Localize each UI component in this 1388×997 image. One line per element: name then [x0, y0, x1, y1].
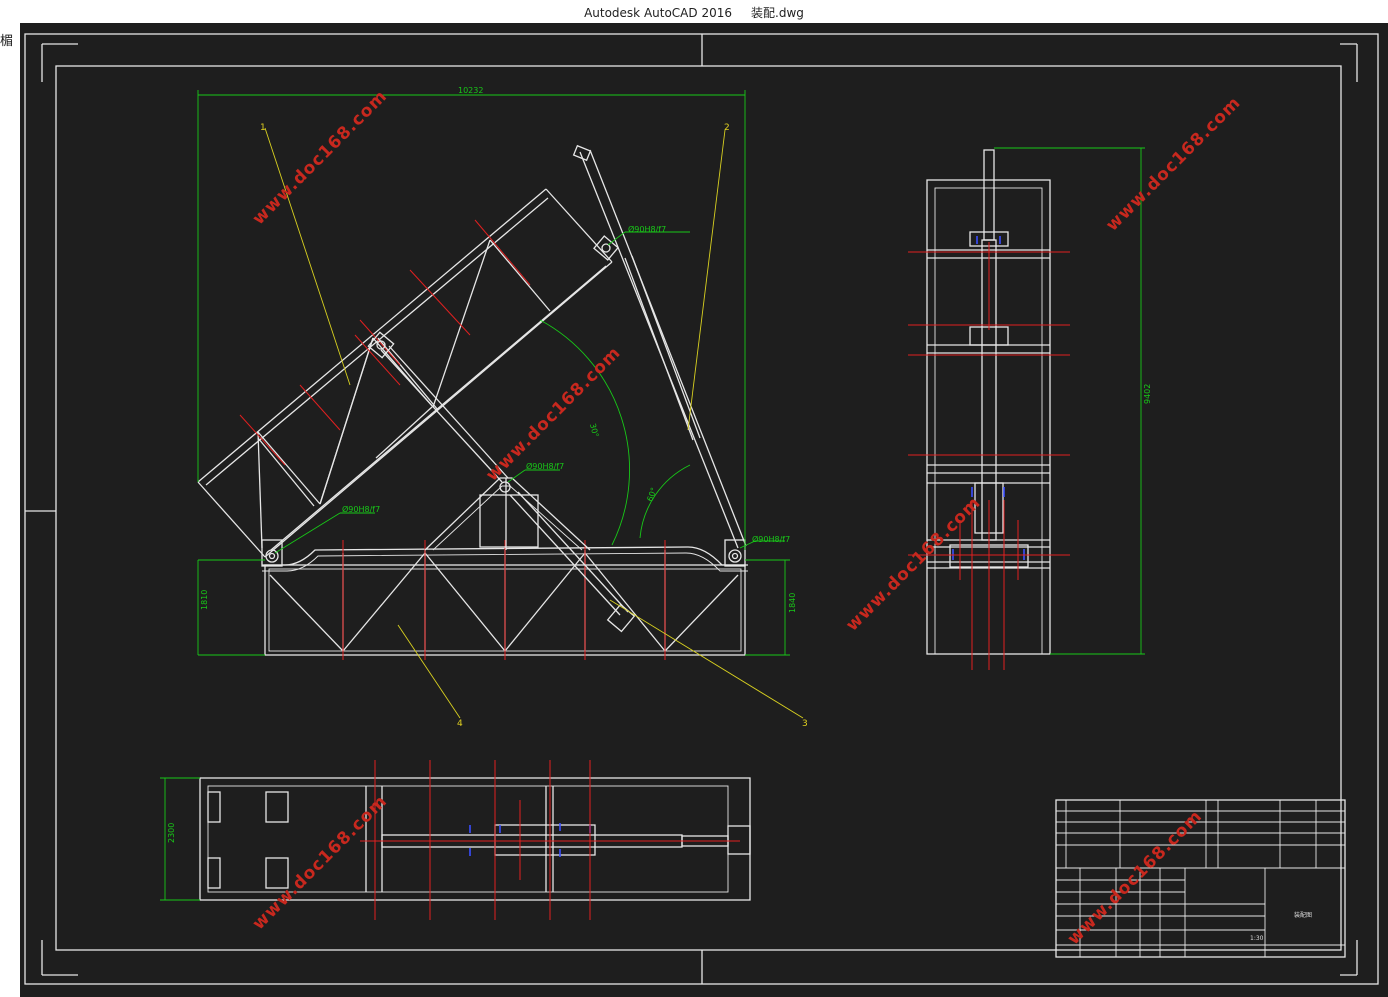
watermarks: www.doc168.com www.doc168.com www.doc168…: [249, 86, 1245, 949]
dim-side-height: 9402: [1143, 384, 1152, 404]
window-title: Autodesk AutoCAD 2016 装配.dwg: [584, 6, 804, 20]
drawing-svg: 10232 1810 1840 30° 60° Ø90H8/f7 Ø90H8/f…: [24, 33, 1379, 985]
watermark-1: www.doc168.com: [249, 86, 392, 229]
dim-left-height: 1810: [200, 590, 209, 610]
title-scale: 1:30: [1250, 935, 1264, 942]
dim-overall-width: 10232: [458, 86, 483, 95]
drawing-canvas[interactable]: 10232 1810 1840 30° 60° Ø90H8/f7 Ø90H8/f…: [20, 23, 1388, 997]
title-drawing-name: 装配图: [1294, 911, 1312, 919]
side-glyph: 楣: [0, 34, 14, 49]
part-label-2: 2: [724, 123, 730, 133]
fit-left-hinge: Ø90H8/f7: [342, 504, 380, 514]
watermark-2: www.doc168.com: [1102, 93, 1245, 236]
fit-top-hinge: Ø90H8/f7: [628, 224, 666, 234]
watermark-4: www.doc168.com: [842, 493, 985, 636]
plan-view: 2300: [160, 760, 751, 920]
part-label-3: 3: [802, 719, 808, 729]
part-label-1: 1: [260, 123, 266, 133]
angle-cylinder: 60°: [645, 486, 658, 502]
dim-right-height: 1840: [788, 593, 797, 613]
part-label-4: 4: [457, 719, 463, 729]
title-bar: Autodesk AutoCAD 2016 装配.dwg: [0, 0, 1388, 23]
angle-main: 30°: [588, 422, 600, 438]
fit-right-hinge: Ø90H8/f7: [752, 534, 790, 544]
watermark-5: www.doc168.com: [249, 791, 392, 934]
dim-plan-width: 2300: [167, 823, 176, 843]
fit-mid-hinge: Ø90H8/f7: [526, 461, 564, 471]
